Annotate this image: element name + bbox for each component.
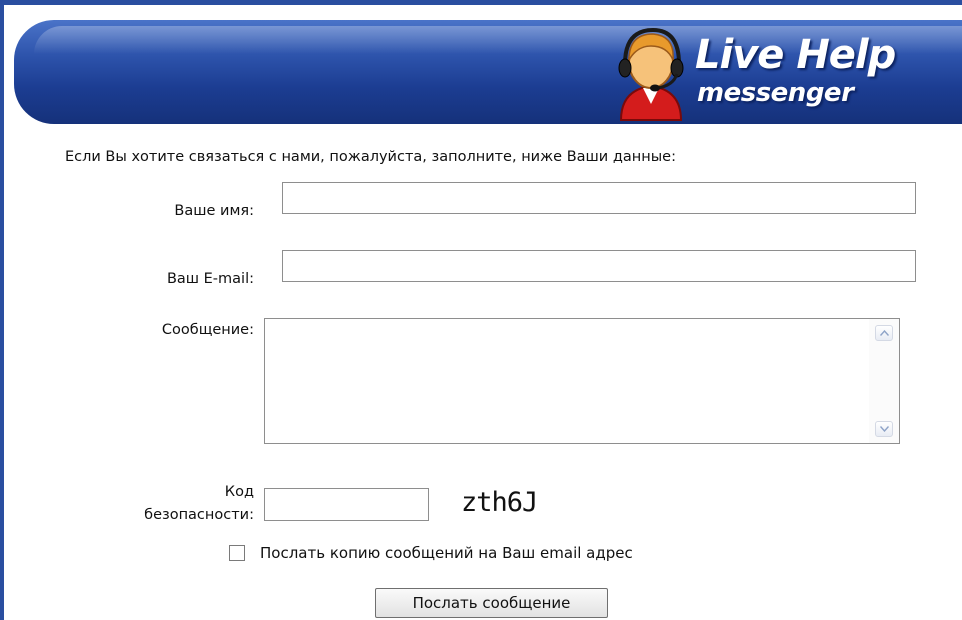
captcha-label-line1: Код	[224, 484, 254, 500]
message-field	[264, 318, 900, 444]
message-label: Сообщение:	[161, 322, 254, 338]
window-frame-left	[0, 0, 4, 620]
email-label: Ваш E-mail:	[166, 271, 254, 287]
scroll-down-button[interactable]	[875, 421, 893, 437]
scroll-up-arrow-icon	[879, 330, 889, 336]
logo-title: Live Help	[695, 32, 896, 78]
headset-operator-icon	[618, 27, 684, 121]
email-input[interactable]	[282, 250, 916, 282]
name-input[interactable]	[282, 182, 916, 214]
window-frame-top	[0, 0, 962, 5]
name-label: Ваше имя:	[174, 203, 254, 219]
copy-email-checkbox[interactable]	[229, 545, 245, 561]
message-scrollbar[interactable]	[869, 319, 899, 443]
copy-email-checkbox-label[interactable]: Послать копию сообщений на Ваш email адр…	[260, 544, 633, 562]
header-banner: Live Help messenger	[14, 20, 962, 124]
scroll-down-arrow-icon	[879, 426, 889, 432]
message-textarea[interactable]	[265, 319, 869, 443]
captcha-input[interactable]	[264, 488, 429, 521]
captcha-code: zth6J	[461, 487, 538, 518]
send-message-button[interactable]: Послать сообщение	[375, 588, 608, 618]
logo-subtitle: messenger	[697, 78, 854, 108]
scroll-up-button[interactable]	[875, 325, 893, 341]
live-help-logo: Live Help messenger	[607, 22, 952, 122]
form-intro-text: Если Вы хотите связаться с нами, пожалуй…	[65, 149, 676, 165]
captcha-label-line2: безопасности:	[144, 507, 254, 523]
